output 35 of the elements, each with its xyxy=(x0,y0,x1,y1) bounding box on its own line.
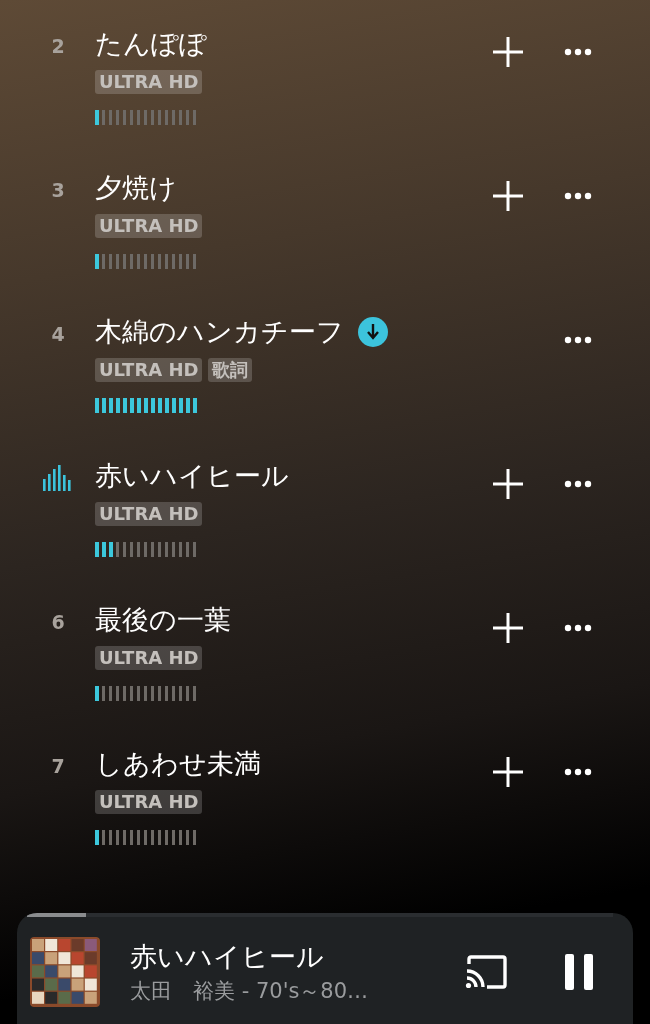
now-playing-title: 赤いハイヒール xyxy=(130,940,325,974)
track-title[interactable]: 最後の一葉 xyxy=(95,602,231,638)
more-icon[interactable] xyxy=(564,624,592,632)
more-icon[interactable] xyxy=(564,192,592,200)
track-title[interactable]: 木綿のハンカチーフ xyxy=(95,314,344,350)
track-number: 7 xyxy=(50,755,66,777)
quality-tag: ULTRA HD xyxy=(95,790,203,814)
quality-tag: 歌詞 xyxy=(208,358,253,382)
add-icon[interactable] xyxy=(492,756,524,788)
more-icon[interactable] xyxy=(564,480,592,488)
track-number: 4 xyxy=(50,323,66,345)
track-title[interactable]: 夕焼け xyxy=(95,170,177,206)
track-title[interactable]: たんぽぽ xyxy=(95,26,207,62)
add-icon[interactable] xyxy=(492,468,524,500)
quality-tag: ULTRA HD xyxy=(95,70,203,94)
cast-icon[interactable] xyxy=(465,955,507,989)
add-icon[interactable] xyxy=(492,36,524,68)
track-title[interactable]: 赤いハイヒール xyxy=(95,458,289,494)
quality-tag: ULTRA HD xyxy=(95,214,203,238)
pause-icon[interactable] xyxy=(565,954,593,990)
quality-tag: ULTRA HD xyxy=(95,358,203,382)
mini-player[interactable]: 赤いハイヒール 太田 裕美 - 70's～80… xyxy=(17,913,633,1024)
more-icon[interactable] xyxy=(564,48,592,56)
track-title[interactable]: しあわせ未満 xyxy=(95,746,261,782)
more-icon[interactable] xyxy=(564,768,592,776)
track-number: 2 xyxy=(50,35,66,57)
now-playing-artist: 太田 裕美 - 70's～80… xyxy=(130,978,370,1005)
progress-bar[interactable] xyxy=(27,913,613,917)
track-number: 6 xyxy=(50,611,66,633)
add-icon[interactable] xyxy=(492,180,524,212)
quality-tag: ULTRA HD xyxy=(95,502,203,526)
more-icon[interactable] xyxy=(564,336,592,344)
quality-tag: ULTRA HD xyxy=(95,646,203,670)
track-number: 3 xyxy=(50,179,66,201)
add-icon[interactable] xyxy=(492,612,524,644)
